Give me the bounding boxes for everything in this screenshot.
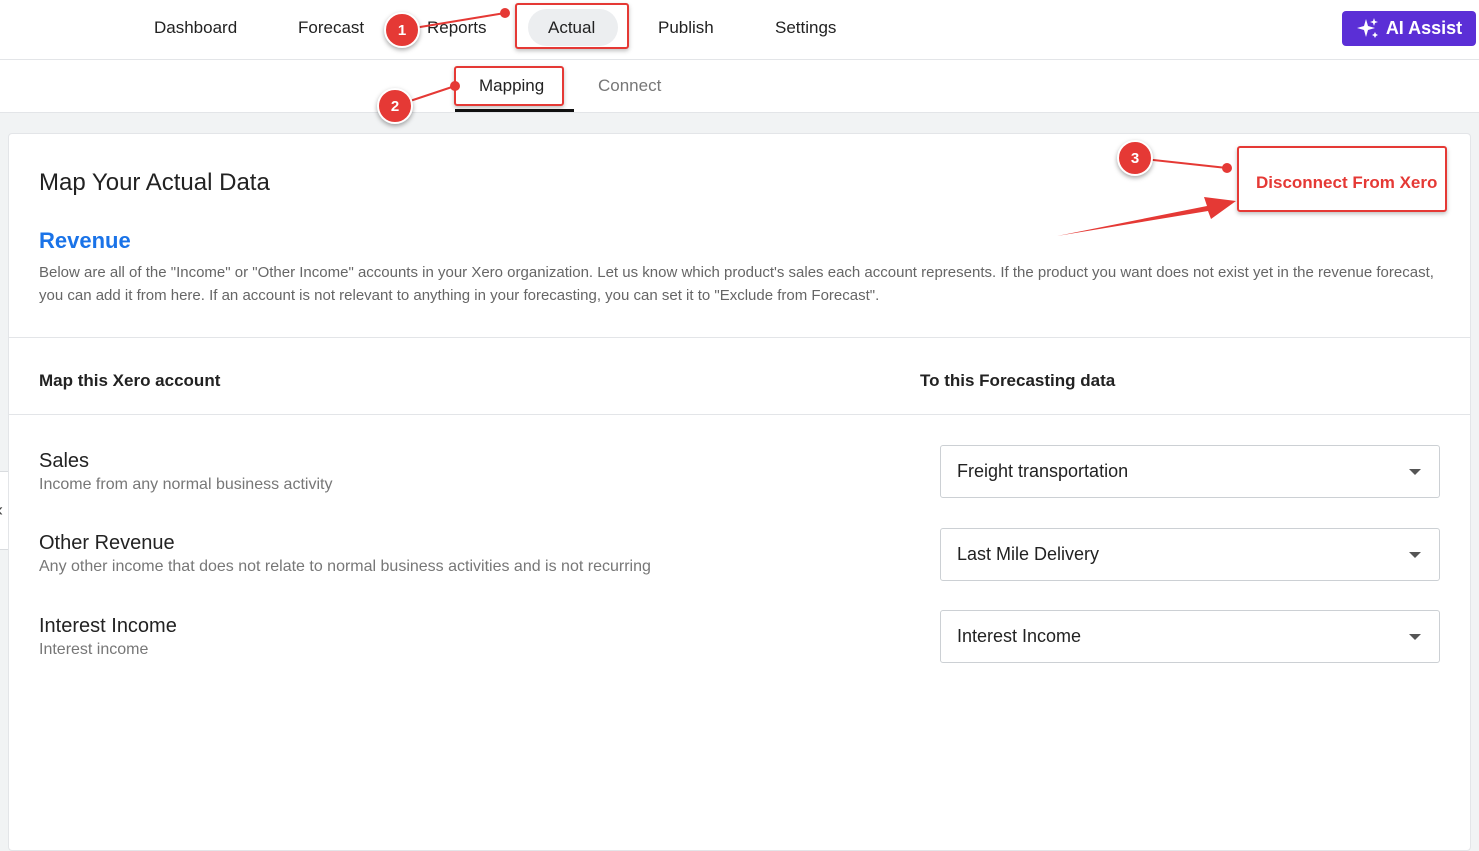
dropdown-caret-icon (1409, 469, 1421, 475)
ai-assist-label: AI Assist (1385, 18, 1463, 38)
row-title-other-revenue: Other Revenue (39, 532, 175, 554)
annotation-badge-3: 3 (1117, 140, 1153, 176)
annotation-badge-1: 1 (384, 12, 420, 48)
annotation-dot (1222, 163, 1232, 173)
annotation-dot (500, 8, 510, 18)
select-value: Last Mile Delivery (957, 544, 1100, 564)
nav-dashboard[interactable]: Dashboard (154, 18, 237, 38)
row-subtitle-sales: Income from any normal business activity (39, 476, 333, 493)
forecast-select-sales[interactable]: Freight transportation (940, 445, 1440, 498)
dropdown-caret-icon (1409, 552, 1421, 558)
nav-forecast[interactable]: Forecast (298, 18, 364, 38)
annotation-dot (450, 81, 460, 91)
active-subtab-underline (455, 109, 574, 112)
divider (9, 414, 1470, 415)
row-subtitle-interest-income: Interest income (39, 641, 149, 658)
sub-nav: Mapping Connect (0, 60, 1479, 113)
row-subtitle-other-revenue: Any other income that does not relate to… (39, 558, 651, 575)
section-description: Below are all of the "Income" or "Other … (39, 264, 1434, 304)
forecast-select-interest-income[interactable]: Interest Income (940, 610, 1440, 663)
column-header-forecasting-data: To this Forecasting data (920, 371, 1116, 390)
dropdown-caret-icon (1409, 634, 1421, 640)
select-value: Interest Income (957, 626, 1082, 646)
ai-assist-button[interactable]: AI Assist (1342, 11, 1476, 46)
page-title: Map Your Actual Data (39, 169, 270, 196)
annotation-badge-2: 2 (377, 88, 413, 124)
annotation-box-mapping (454, 66, 564, 106)
forecast-select-other-revenue[interactable]: Last Mile Delivery (940, 528, 1440, 581)
column-header-xero-account: Map this Xero account (39, 371, 221, 390)
mapping-card: Map Your Actual Data Disconnect From Xer… (8, 133, 1471, 851)
row-title-interest-income: Interest Income (39, 615, 177, 637)
nav-settings[interactable]: Settings (775, 18, 836, 38)
row-title-sales: Sales (39, 450, 90, 472)
chevron-left-icon: ‹ (0, 500, 3, 521)
sparkles-icon (1356, 17, 1378, 38)
nav-publish[interactable]: Publish (658, 18, 714, 38)
annotation-box-actual (515, 3, 629, 49)
select-value: Freight transportation (957, 461, 1129, 481)
top-nav: Dashboard Forecast Reports Actual Publis… (0, 0, 1479, 60)
nav-reports[interactable]: Reports (427, 18, 487, 38)
tab-connect[interactable]: Connect (598, 76, 661, 96)
divider (9, 337, 1470, 338)
section-title-revenue: Revenue (39, 228, 131, 253)
annotation-box-disconnect (1237, 146, 1447, 212)
